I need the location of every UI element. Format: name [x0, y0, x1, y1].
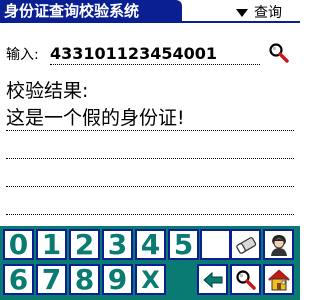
key-9[interactable]: 9: [102, 263, 133, 296]
result-message: 这是一个假的身份证!: [6, 107, 185, 129]
person-icon: [270, 234, 287, 256]
app-title: 身份证查询校验系统: [0, 0, 182, 22]
text-line: [6, 130, 294, 131]
input-label: 输入:: [6, 47, 39, 63]
key-5[interactable]: 5: [168, 228, 199, 261]
back-arrow-icon: [202, 271, 222, 288]
text-line: [6, 186, 294, 187]
key-5-alt: [200, 229, 231, 260]
key-2[interactable]: 2: [69, 228, 100, 261]
result-title: 校验结果:: [6, 80, 89, 102]
search-icon: [235, 269, 256, 290]
key-8[interactable]: 8: [69, 263, 100, 296]
clear-button[interactable]: [230, 229, 261, 260]
key-1[interactable]: 1: [36, 228, 67, 261]
home-button[interactable]: [263, 264, 294, 295]
search-icon: [269, 43, 289, 63]
key-0[interactable]: 0: [3, 228, 34, 261]
key-7[interactable]: 7: [36, 263, 67, 296]
person-button[interactable]: [263, 229, 294, 260]
search-button[interactable]: [268, 42, 290, 64]
key-3[interactable]: 3: [102, 228, 133, 261]
key-x[interactable]: X: [135, 264, 166, 295]
key-6[interactable]: 6: [3, 263, 34, 296]
keypad: 0 1 2 3 4 5 6 7 8 9 X: [0, 226, 300, 300]
query-menu-label: 查询: [254, 5, 282, 21]
home-icon: [267, 269, 290, 290]
backspace-button[interactable]: [197, 264, 228, 295]
key-4[interactable]: 4: [135, 228, 166, 261]
chevron-down-icon: [236, 9, 248, 17]
app-screen: 身份证查询校验系统 查询 输入: 校验结果: 这是一个假的身份证! 0 1 2 …: [0, 0, 300, 300]
search-key-button[interactable]: [230, 264, 261, 295]
text-line: [6, 214, 294, 215]
text-line: [6, 158, 294, 159]
eraser-icon: [235, 236, 256, 254]
query-menu-button[interactable]: 查询: [236, 2, 282, 22]
id-number-input[interactable]: [50, 42, 260, 65]
